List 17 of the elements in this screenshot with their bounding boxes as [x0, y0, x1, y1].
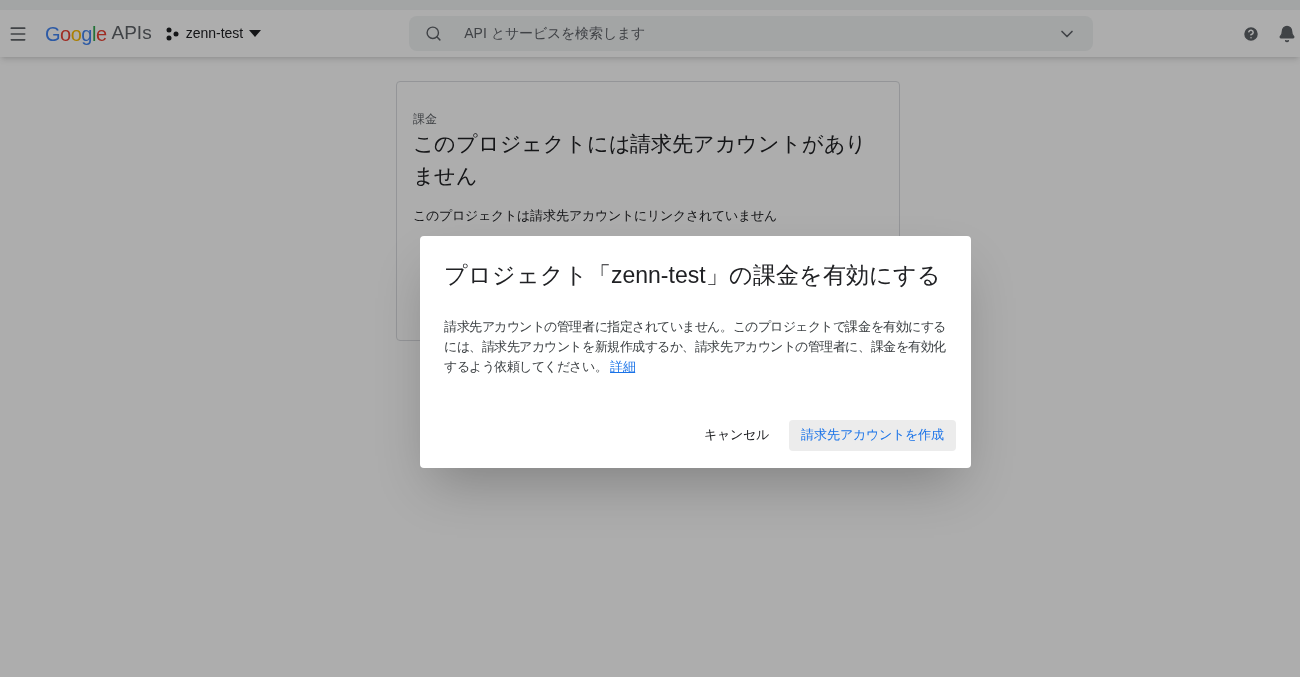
project-picker[interactable]: zenn-test	[165, 23, 262, 44]
search-field[interactable]: API とサービスを検索します	[409, 16, 1094, 51]
card-title: このプロジェクトには請求先アカウントがありません	[412, 131, 869, 189]
create-billing-account-button[interactable]: 請求先アカウントを作成	[789, 419, 956, 451]
card-overline: 課金	[412, 111, 438, 128]
details-link[interactable]: 詳細	[610, 358, 636, 374]
dialog-body: 請求先アカウントの管理者に指定されていません。このプロジェクトで課金を有効にするには、請求先アカウントを新規作成するか、請求先アカウントの管理者に、課金を有効化するよう依頼してください。 詳細	[444, 317, 947, 376]
google-apis-logo[interactable]: Google	[45, 18, 107, 49]
card-text: このプロジェクトは請求先アカウントにリンクされていません	[412, 207, 778, 225]
project-dots-icon	[165, 26, 180, 41]
dialog-title: プロジェクト「zenn-test」の課金を有効にする	[444, 261, 942, 290]
search-icon	[425, 25, 443, 42]
dropdown-caret-icon	[249, 30, 262, 37]
logo-suffix: APIs	[111, 21, 152, 46]
help-icon[interactable]	[1242, 24, 1260, 43]
search-input[interactable]: API とサービスを検索します	[464, 23, 1058, 44]
notifications-icon[interactable]	[1278, 24, 1296, 43]
